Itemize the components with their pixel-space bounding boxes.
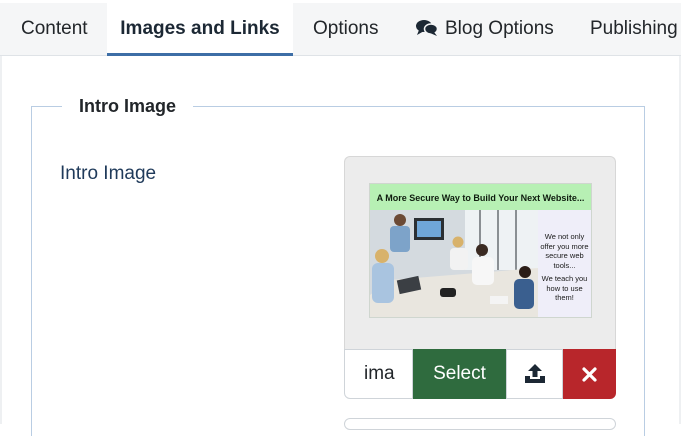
thumbnail-side-text-2: We teach you how to use them!: [541, 274, 588, 302]
thumbnail-side-text-1: We not only offer you more secure web to…: [540, 232, 589, 270]
tab-bar: Content Images and Links Options Blog Op…: [0, 3, 681, 56]
upload-button[interactable]: [506, 349, 563, 399]
thumbnail-banner-text: A More Secure Way to Build Your Next Web…: [370, 184, 591, 210]
tab-blog-options-label: Blog Options: [445, 18, 554, 39]
thumbnail-side-panel: We not only offer you more secure web to…: [538, 210, 591, 317]
tab-publishing-label: Publishing: [590, 18, 678, 39]
meeting-photo-illustration: [370, 210, 538, 317]
tab-blog-options[interactable]: Blog Options: [416, 3, 554, 55]
thumbnail-photo: [370, 210, 538, 317]
media-field-controls: ima Select: [344, 349, 616, 399]
tab-content-label: Content: [21, 18, 88, 39]
close-icon: [582, 367, 597, 382]
tab-options[interactable]: Options: [313, 3, 378, 55]
upload-icon: [525, 364, 545, 383]
tab-images-and-links[interactable]: Images and Links: [107, 3, 293, 56]
select-image-button[interactable]: Select: [413, 349, 506, 399]
fieldset-legend: Intro Image: [62, 94, 194, 118]
image-path-input[interactable]: ima: [344, 349, 413, 399]
panel-left-edge: [0, 56, 2, 424]
intro-image-label: Intro Image: [60, 163, 157, 184]
next-field-input[interactable]: [344, 418, 616, 430]
clear-image-button[interactable]: [563, 349, 616, 399]
image-preview-thumbnail: A More Secure Way to Build Your Next Web…: [369, 183, 592, 318]
comments-icon: [416, 6, 439, 58]
tab-content[interactable]: Content: [21, 3, 88, 55]
tab-publishing[interactable]: Publishing: [590, 3, 678, 55]
tab-options-label: Options: [313, 18, 379, 39]
tab-images-and-links-label: Images and Links: [120, 18, 280, 39]
